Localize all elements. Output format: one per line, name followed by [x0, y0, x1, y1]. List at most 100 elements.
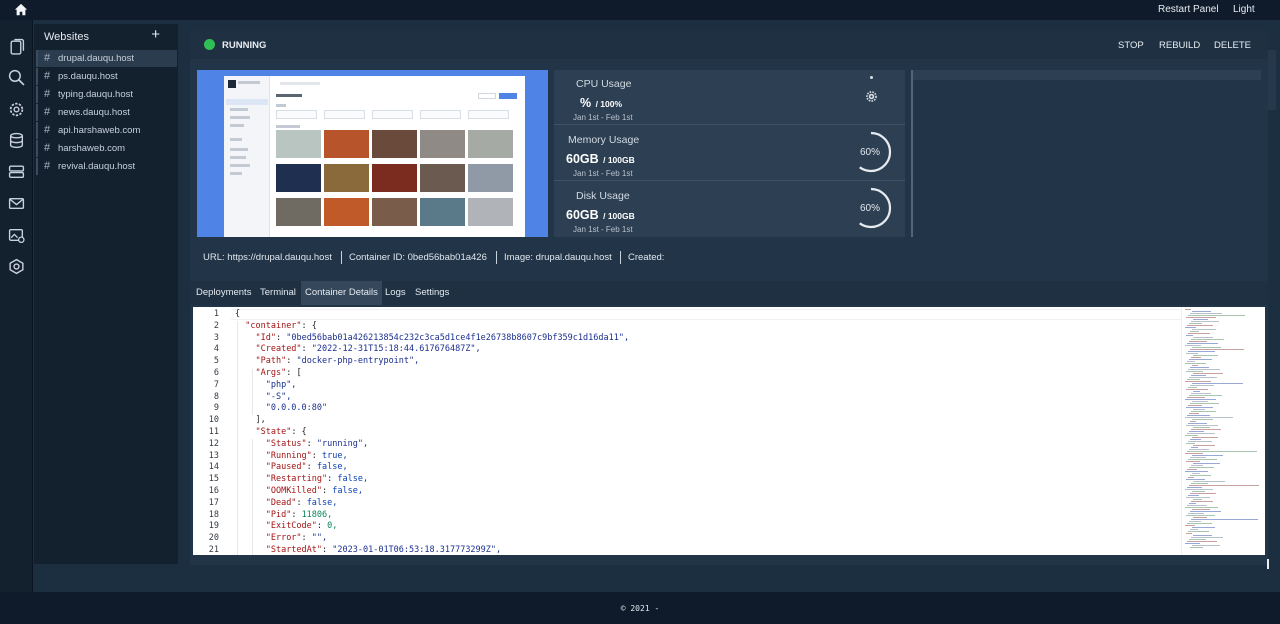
minimap-line	[1188, 351, 1215, 352]
website-name: revival.dauqu.host	[58, 161, 136, 172]
website-name: api.harshaweb.com	[58, 125, 141, 136]
minimap-line	[1190, 529, 1198, 530]
tab-terminal[interactable]: Terminal	[260, 281, 296, 305]
json-key: "State"	[255, 427, 292, 437]
line-number: 13	[208, 450, 219, 461]
minimap-line	[1190, 313, 1222, 314]
url-info: URL: https://drupal.dauqu.host	[203, 252, 332, 263]
minimap-line	[1185, 399, 1216, 400]
json-key: "OOMKilled"	[265, 486, 323, 496]
line-number: 5	[213, 356, 219, 367]
minimap-line	[1186, 407, 1213, 408]
minimap-line	[1185, 381, 1211, 382]
website-name: drupal.dauqu.host	[58, 53, 135, 64]
line-number: 7	[213, 379, 219, 390]
json-punctuation: :	[322, 545, 333, 555]
files-icon[interactable]	[8, 38, 25, 55]
json-value: "running",	[316, 438, 369, 449]
restart-panel-button[interactable]: Restart Panel	[1158, 4, 1219, 15]
cpu-max: / 100%	[595, 99, 623, 109]
home-icon[interactable]	[14, 3, 28, 17]
preview-folder	[276, 110, 317, 119]
code-line: "Dead": false,	[235, 497, 338, 508]
minimap-line	[1186, 533, 1192, 534]
line-number: 9	[213, 403, 219, 414]
network-icon[interactable]	[8, 258, 25, 275]
json-value: true,	[322, 450, 348, 461]
minimap-line	[1189, 539, 1206, 540]
minimap-line	[1187, 487, 1202, 488]
json-key: "Id"	[255, 332, 276, 343]
minimap-line	[1190, 403, 1219, 404]
websites-title: Websites	[44, 31, 90, 43]
website-item[interactable]: # ps.dauqu.host	[36, 68, 177, 85]
json-key: "Dead"	[265, 497, 297, 508]
preview-photo	[372, 164, 417, 192]
tab-deployments[interactable]: Deployments	[196, 281, 251, 305]
website-item[interactable]: # typing.dauqu.host	[36, 86, 177, 103]
preview-photo	[468, 198, 513, 226]
website-item[interactable]: # news.dauqu.host	[36, 104, 177, 121]
rebuild-button[interactable]: REBUILD	[1159, 40, 1200, 51]
tab-settings[interactable]: Settings	[415, 281, 449, 305]
website-preview[interactable]	[197, 70, 548, 237]
settings-icon[interactable]	[8, 101, 25, 118]
panel-scrollbar[interactable]	[1268, 50, 1276, 110]
website-item[interactable]: # harshaweb.com	[36, 140, 177, 157]
stop-button[interactable]: STOP	[1118, 40, 1144, 51]
preview-folder	[372, 110, 413, 119]
top-bar: Restart Panel Light	[0, 0, 1280, 20]
minimap-line	[1188, 387, 1197, 388]
minimap[interactable]	[1181, 307, 1265, 555]
website-item[interactable]: # drupal.dauqu.host	[36, 50, 177, 67]
code-line: "php",	[235, 380, 297, 390]
minimap-line	[1193, 355, 1218, 356]
preview-line	[276, 125, 300, 128]
search-icon[interactable]	[8, 69, 25, 86]
minimap-line	[1191, 519, 1258, 520]
activity-bar	[913, 70, 1261, 80]
hash-icon: #	[44, 52, 51, 64]
minimap-line	[1190, 385, 1214, 386]
minimap-line	[1187, 523, 1212, 524]
hash-icon: #	[44, 142, 51, 154]
website-item[interactable]: # revival.dauqu.host	[36, 158, 177, 175]
code-line: "Id": "0bed56bab01a426213854c232c3ca5d1c…	[235, 333, 629, 343]
line-number: 1	[213, 309, 219, 319]
minimap-line	[1192, 401, 1208, 402]
json-key: "Pid"	[265, 509, 292, 520]
preview-line	[230, 164, 250, 167]
websites-sidebar: Websites + # drupal.dauqu.host # ps.dauq…	[34, 24, 178, 564]
minimap-line	[1190, 331, 1199, 332]
json-editor[interactable]: 1 2 3 4 5 6 7 8 9 10 11 12 13 14 15 16 17 18 19 20 21 { "con…	[193, 307, 1265, 555]
disk-percent: 60%	[860, 203, 881, 214]
delete-button[interactable]: DELETE	[1214, 40, 1251, 51]
json-value: false,	[316, 462, 348, 473]
minimap-line	[1185, 345, 1201, 346]
theme-toggle-button[interactable]: Light	[1233, 4, 1255, 15]
tab-logs[interactable]: Logs	[385, 281, 406, 305]
database-icon[interactable]	[8, 132, 25, 149]
preview-button	[478, 93, 496, 99]
image-settings-icon[interactable]	[8, 227, 25, 244]
line-number: 12	[208, 438, 219, 449]
minimap-line	[1189, 359, 1212, 360]
minimap-line	[1188, 315, 1245, 316]
minimap-line	[1188, 369, 1220, 370]
cpu-date-range: Jan 1st - Feb 1st	[573, 113, 633, 122]
preview-photo	[420, 164, 465, 192]
tab-container-details[interactable]: Container Details	[301, 281, 382, 305]
minimap-line	[1187, 505, 1207, 506]
preview-logo	[228, 80, 236, 88]
minimap-line	[1185, 417, 1233, 418]
server-icon[interactable]	[8, 163, 25, 180]
website-item[interactable]: # api.harshaweb.com	[36, 122, 177, 139]
code-line: "Status": "running",	[235, 439, 368, 449]
minimap-line	[1185, 435, 1198, 436]
add-website-button[interactable]: +	[151, 26, 160, 43]
minimap-line	[1186, 443, 1195, 444]
mail-icon[interactable]	[8, 195, 25, 212]
minimap-line	[1188, 477, 1194, 478]
website-name: news.dauqu.host	[58, 107, 130, 118]
minimap-line	[1185, 543, 1200, 544]
